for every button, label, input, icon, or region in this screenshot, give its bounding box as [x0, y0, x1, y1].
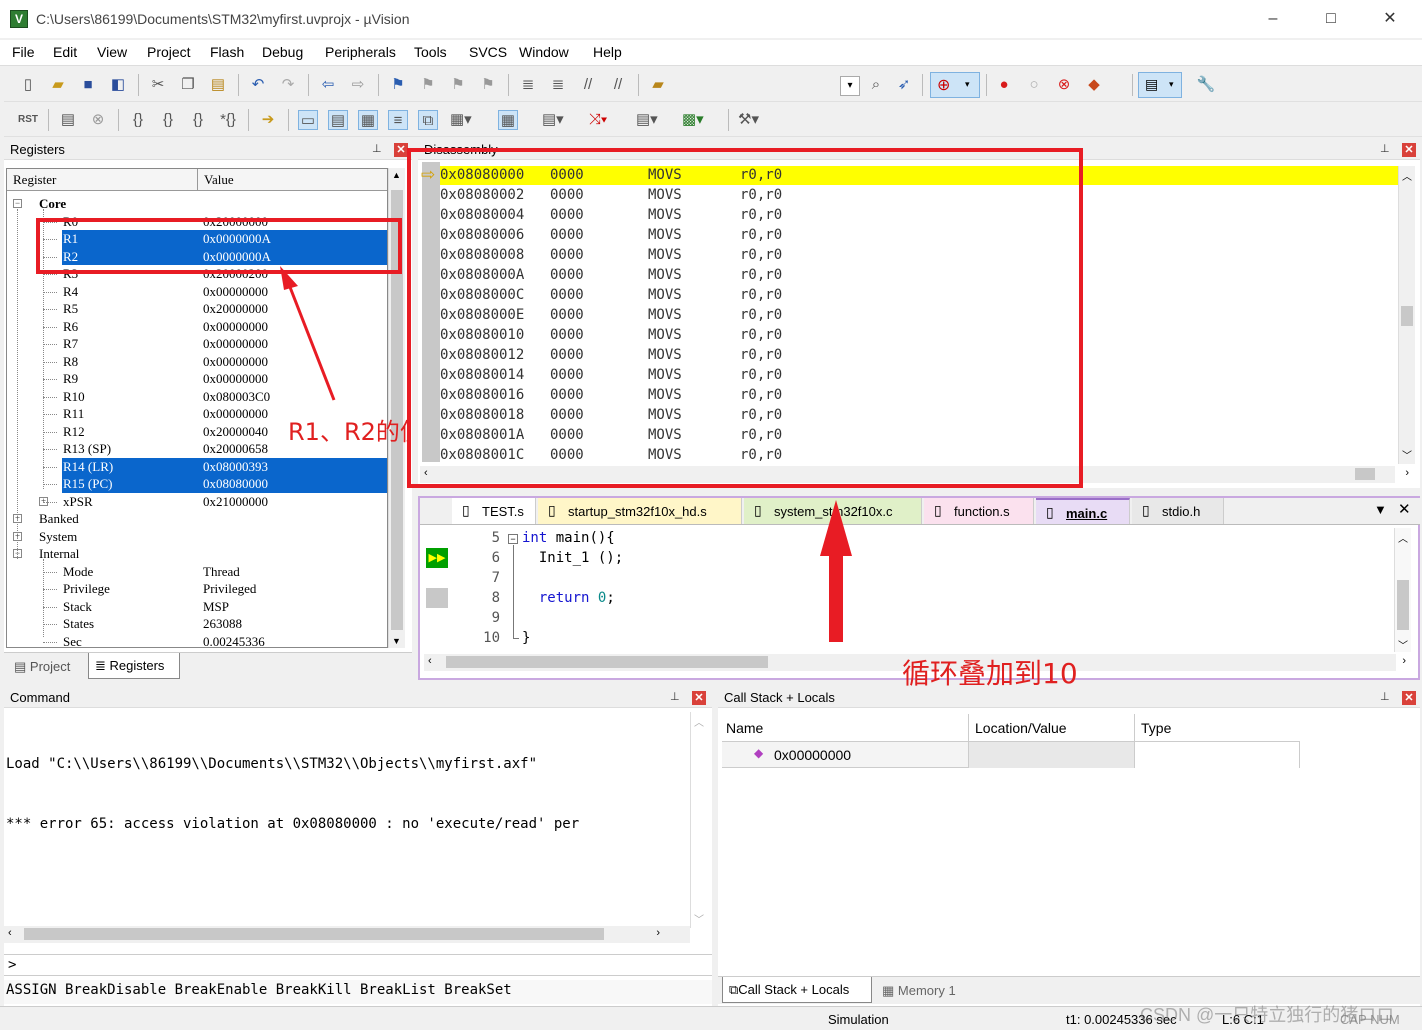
annotation-register-note: R1、R2的值 [288, 418, 408, 446]
arrow-to-disassembly [820, 500, 852, 642]
annotation-arrows [280, 266, 852, 642]
annotation-loop-note: 循环叠加到10 [902, 657, 1078, 690]
arrow-to-registers [280, 266, 336, 401]
